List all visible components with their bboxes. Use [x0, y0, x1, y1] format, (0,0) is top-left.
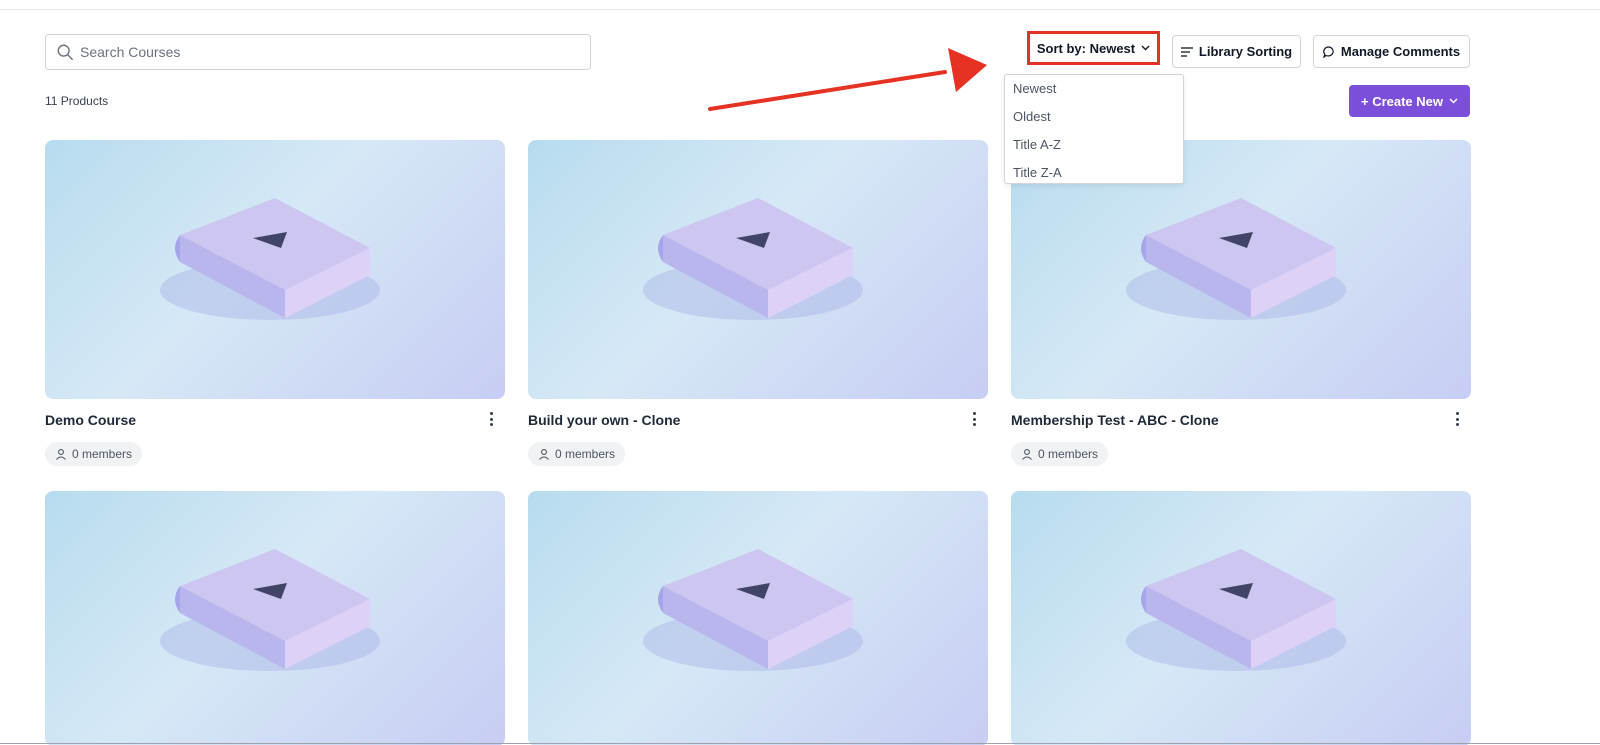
members-count: 0 members: [72, 447, 133, 461]
products-count: 11 Products: [45, 94, 109, 108]
page: Sort by: Newest Library Sorting Manage C…: [0, 0, 1600, 745]
manage-comments-button[interactable]: Manage Comments: [1313, 35, 1470, 68]
members-badge: 0 members: [45, 442, 143, 466]
sort-option-title-a-z[interactable]: Title A-Z: [1005, 135, 1183, 163]
course-title[interactable]: Demo Course: [45, 412, 136, 428]
course-card[interactable]: Build your own - Clone 0 members: [528, 140, 988, 466]
members-count: 0 members: [555, 447, 616, 461]
book-illustration: [1126, 549, 1346, 671]
sort-option-newest[interactable]: Newest: [1005, 79, 1183, 107]
course-card[interactable]: [45, 491, 505, 745]
sort-option-title-z-a[interactable]: Title Z-A: [1005, 163, 1183, 191]
book-illustration: [643, 198, 863, 320]
course-thumbnail[interactable]: [45, 491, 505, 745]
book-illustration: [643, 549, 863, 671]
top-divider: [0, 9, 1600, 10]
course-card[interactable]: [528, 491, 988, 745]
library-sorting-button[interactable]: Library Sorting: [1172, 35, 1301, 68]
create-new-label: + Create New: [1360, 93, 1443, 109]
course-thumbnail[interactable]: [45, 140, 505, 399]
members-badge: 0 members: [1011, 442, 1109, 466]
annotation-arrow: [708, 48, 987, 111]
manage-comments-label: Manage Comments: [1340, 44, 1461, 59]
bottom-divider: [0, 743, 1600, 744]
more-options-icon[interactable]: [1453, 410, 1461, 428]
course-thumbnail[interactable]: [528, 491, 988, 745]
course-thumbnail[interactable]: [528, 140, 988, 399]
more-options-icon[interactable]: [487, 410, 495, 428]
course-thumbnail[interactable]: [1011, 491, 1471, 745]
sort-option-oldest[interactable]: Oldest: [1005, 107, 1183, 135]
user-icon: [539, 449, 549, 460]
sort-by-button[interactable]: Sort by: Newest: [1027, 31, 1160, 65]
members-badge: 0 members: [528, 442, 626, 466]
user-icon: [56, 449, 66, 460]
search-bar[interactable]: [45, 34, 591, 70]
more-options-icon[interactable]: [970, 410, 978, 428]
course-title[interactable]: Build your own - Clone: [528, 412, 680, 428]
create-new-button[interactable]: + Create New: [1349, 85, 1470, 117]
chevron-down-icon: [1449, 98, 1458, 104]
chevron-down-icon: [1141, 45, 1150, 51]
search-icon: [57, 44, 73, 60]
comment-icon: [1322, 45, 1334, 58]
library-sorting-label: Library Sorting: [1198, 44, 1293, 59]
course-title[interactable]: Membership Test - ABC - Clone: [1011, 412, 1219, 428]
sort-by-label: Sort by: Newest: [1036, 40, 1136, 56]
book-illustration: [160, 198, 380, 320]
search-input[interactable]: [80, 44, 560, 60]
course-card[interactable]: Demo Course 0 members: [45, 140, 505, 466]
list-icon: [1180, 46, 1193, 57]
course-card[interactable]: [1011, 491, 1471, 745]
members-count: 0 members: [1038, 447, 1099, 461]
book-illustration: [160, 549, 380, 671]
sort-dropdown-menu: Newest Oldest Title A-Z Title Z-A: [1004, 74, 1184, 184]
user-icon: [1022, 449, 1032, 460]
